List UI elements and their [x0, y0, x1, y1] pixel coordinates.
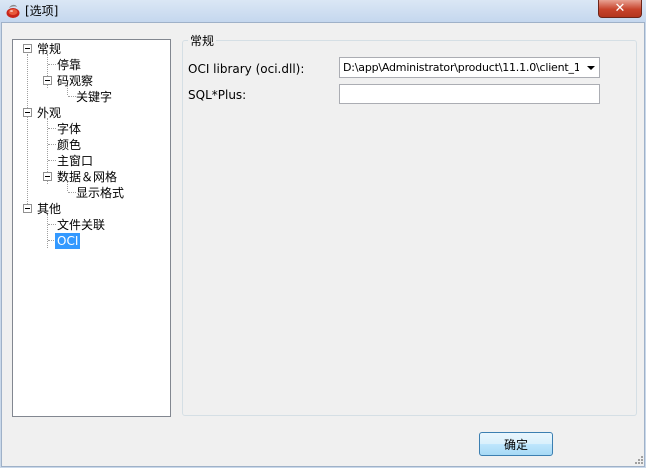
collapse-icon[interactable] — [23, 204, 32, 213]
dialog-body: 常规 停靠 码观察 关键字 外观 字体 颜色 主窗口 数据＆网格 显示格式 其他… — [1, 22, 645, 467]
tree-line — [68, 192, 76, 193]
title-bar[interactable]: [选项] ✕ — [0, 0, 646, 22]
tree-item-file-association[interactable]: 文件关联 — [57, 217, 105, 233]
options-tree[interactable]: 常规 停靠 码观察 关键字 外观 字体 颜色 主窗口 数据＆网格 显示格式 其他… — [12, 39, 171, 417]
tree-item-docking[interactable]: 停靠 — [57, 57, 81, 73]
window-title: [选项] — [25, 4, 59, 18]
tree-item-font[interactable]: 字体 — [57, 121, 81, 137]
tree-item-display-format[interactable]: 显示格式 — [76, 185, 124, 201]
collapse-icon[interactable] — [43, 76, 52, 85]
oci-library-label: OCI library (oci.dll): — [188, 62, 305, 76]
sqlplus-input[interactable] — [339, 84, 600, 104]
app-logo-icon — [6, 4, 20, 18]
oci-library-value: D:\app\Administrator\product\11.1.0\clie… — [343, 61, 579, 74]
group-title: 常规 — [188, 34, 217, 48]
tree-item-other[interactable]: 其他 — [37, 201, 61, 217]
tree-line — [47, 214, 48, 248]
tree-line — [48, 160, 56, 161]
tree-item-appearance[interactable]: 外观 — [37, 105, 61, 121]
tree-item-general[interactable]: 常规 — [37, 41, 61, 57]
tree-line — [48, 224, 56, 225]
tree-item-main-window[interactable]: 主窗口 — [57, 153, 93, 169]
oci-library-select[interactable]: D:\app\Administrator\product\11.1.0\clie… — [339, 57, 600, 78]
resize-grip-icon[interactable] — [632, 453, 644, 465]
sqlplus-label: SQL*Plus: — [188, 88, 247, 102]
collapse-icon[interactable] — [43, 172, 52, 181]
options-window: [选项] ✕ 常规 停靠 码观察 关键字 外观 字体 颜色 主窗口 数据＆网格 … — [0, 0, 646, 468]
tree-line — [48, 144, 56, 145]
tree-item-color[interactable]: 颜色 — [57, 137, 81, 153]
close-icon: ✕ — [614, 0, 626, 16]
tree-item-oci[interactable]: OCI — [55, 233, 81, 249]
ok-button[interactable]: 确定 — [479, 432, 553, 456]
dropdown-arrow-icon[interactable] — [587, 66, 595, 70]
tree-line — [48, 64, 56, 65]
collapse-icon[interactable] — [23, 44, 32, 53]
close-button[interactable]: ✕ — [598, 0, 642, 18]
tree-line — [68, 96, 76, 97]
tree-item-code-watch[interactable]: 码观察 — [57, 73, 93, 89]
tree-item-keywords[interactable]: 关键字 — [76, 89, 112, 105]
tree-line — [48, 128, 56, 129]
tree-item-data-grid[interactable]: 数据＆网格 — [57, 169, 117, 185]
tree-line — [27, 54, 28, 206]
collapse-icon[interactable] — [23, 108, 32, 117]
